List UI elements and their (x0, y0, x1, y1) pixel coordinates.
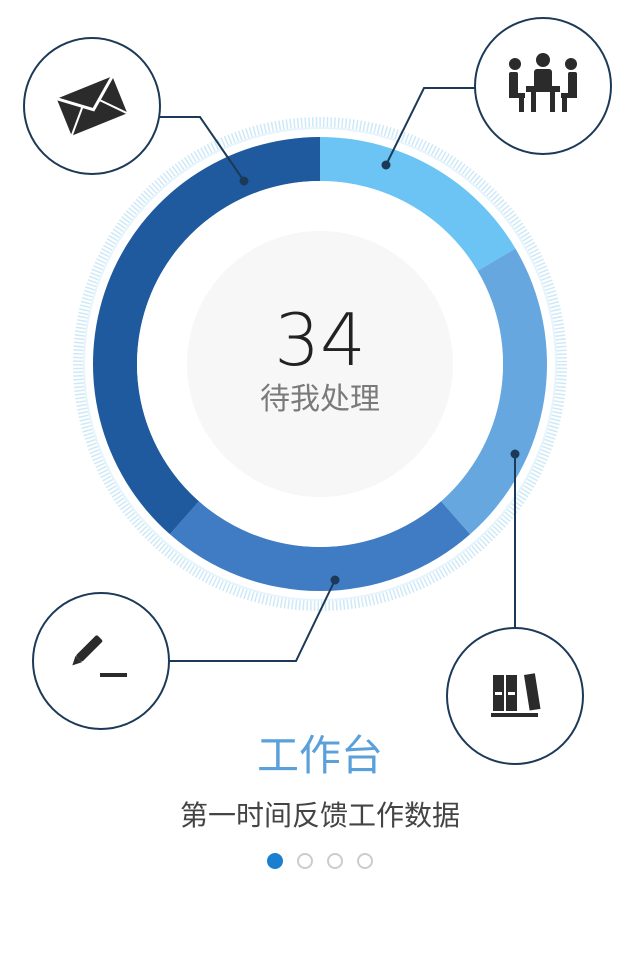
edit-connector (169, 579, 336, 662)
edit-dot (330, 575, 340, 585)
mail-dot (239, 176, 249, 186)
library-dot (510, 449, 520, 459)
page-dot[interactable] (357, 853, 373, 869)
meeting-dot (381, 160, 391, 170)
pending-label: 待我处理 (260, 382, 380, 417)
edit-button[interactable] (32, 592, 170, 730)
page-dot[interactable] (297, 853, 313, 869)
page-dot[interactable] (327, 853, 343, 869)
dashboard-screen: 34 待我处理 工作台 第一时间反馈工作数据 (0, 0, 640, 960)
mail-button[interactable] (23, 37, 161, 175)
page-subtitle: 第一时间反馈工作数据 (179, 799, 460, 832)
page-title: 工作台 (256, 731, 383, 780)
page-dot[interactable] (267, 853, 283, 869)
meeting-button[interactable] (474, 17, 612, 155)
pending-count: 34 (274, 298, 366, 382)
page-indicator[interactable] (0, 853, 640, 875)
